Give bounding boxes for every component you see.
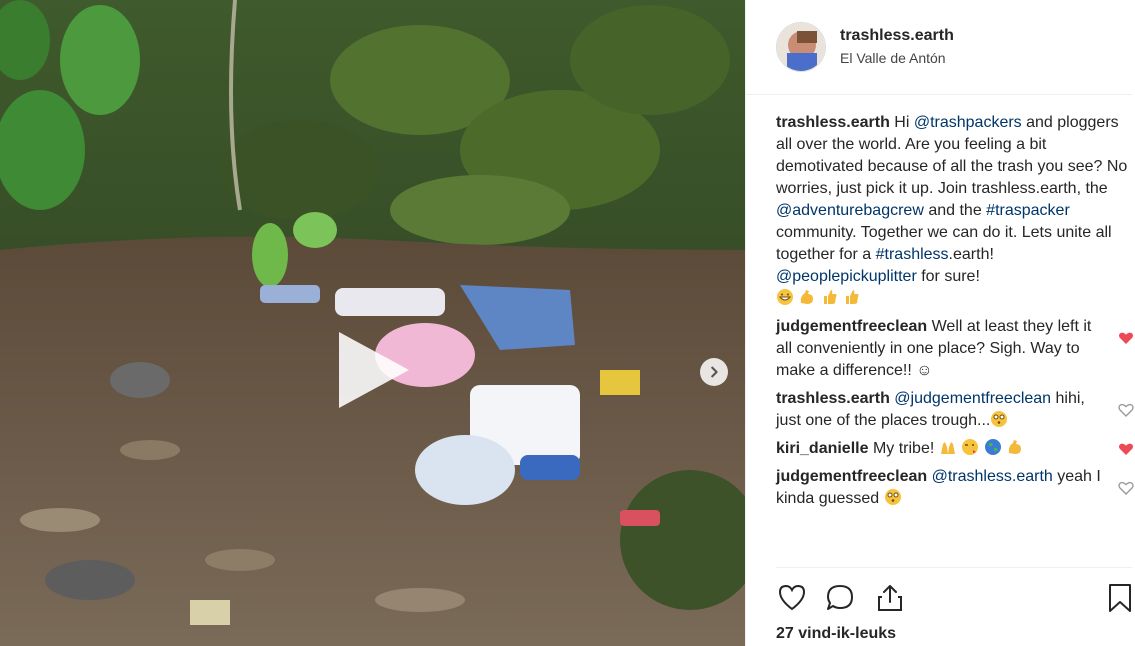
heart-outline-icon[interactable] [1118,480,1134,496]
comment-item: judgementfreeclean Well at least they le… [776,316,1135,382]
likes-count[interactable]: 27 vind-ik-leuks [776,624,896,644]
raising-hands-icon [940,442,955,454]
avatar[interactable] [776,22,826,72]
caption-text: for sure! [916,268,980,285]
comment-item: kiri_danielle My tribe! [776,438,1135,460]
header-username[interactable]: trashless.earth [840,25,954,47]
chevron-right-icon [711,366,718,378]
hashtag-link[interactable]: #trashless [876,246,949,263]
caption-text: Hi [889,114,914,131]
comment-button[interactable] [824,582,856,614]
post-modal: trashless.earth El Valle de Antón trashl… [0,0,1135,646]
globe-icon [984,439,1001,455]
hashtag-link[interactable]: #traspacker [986,202,1070,219]
mention-link[interactable]: @judgementfreeclean [894,390,1051,407]
comment-bubble-icon [827,585,853,610]
heart-filled-icon[interactable] [1118,330,1134,346]
post-side-panel: trashless.earth El Valle de Antón trashl… [745,0,1135,646]
winking-kiss-icon [962,439,979,455]
play-icon [339,332,409,408]
grinning-face-icon [777,289,793,305]
comment-username[interactable]: judgementfreeclean [776,318,927,335]
caption-text: .earth! [948,246,994,263]
flushed-face-icon [884,489,901,505]
flexed-biceps-icon [1008,440,1022,454]
header-location[interactable]: El Valle de Antón [840,47,954,69]
post-caption: trashless.earth Hi @trashpackers and plo… [776,112,1135,310]
post-video[interactable] [0,0,745,646]
post-header: trashless.earth El Valle de Antón [746,0,1132,95]
like-button[interactable] [776,582,808,614]
bookmark-icon [1109,584,1131,612]
heart-outline-icon[interactable] [1118,402,1134,418]
comment-username[interactable]: kiri_danielle [776,440,869,457]
thumbs-up-icon [823,290,837,304]
comment-username[interactable]: trashless.earth [776,390,890,407]
share-icon [878,585,902,611]
mention-link[interactable]: @trashpackers [914,114,1022,131]
caption-text: and the [923,202,987,219]
caption-username[interactable]: trashless.earth [776,114,890,131]
heart-filled-icon[interactable] [1118,441,1134,457]
play-button[interactable] [333,330,413,410]
trash-scene-image [0,0,745,646]
comment-item: judgementfreeclean @trashless.earth yeah… [776,466,1135,510]
comment-item: trashless.earth @judgementfreeclean hihi… [776,388,1135,432]
save-button[interactable] [1104,582,1135,614]
thumbs-up-icon [846,290,859,304]
comment-username[interactable]: judgementfreeclean [776,468,927,485]
heart-outline-icon [778,584,806,611]
profile-picture-icon [777,23,825,71]
mention-link[interactable]: @peoplepickuplitter [776,268,917,285]
share-button[interactable] [874,582,906,614]
next-media-button[interactable] [700,358,728,386]
divider [776,567,1132,568]
mention-link[interactable]: @trashless.earth [932,468,1053,485]
flexed-biceps-icon [801,290,814,304]
flushed-face-icon [991,411,1008,427]
action-bar [776,582,1135,618]
mention-link[interactable]: @adventurebagcrew [776,202,924,219]
comments-list: trashless.earth Hi @trashpackers and plo… [776,112,1135,516]
comment-text: My tribe! [868,440,939,457]
